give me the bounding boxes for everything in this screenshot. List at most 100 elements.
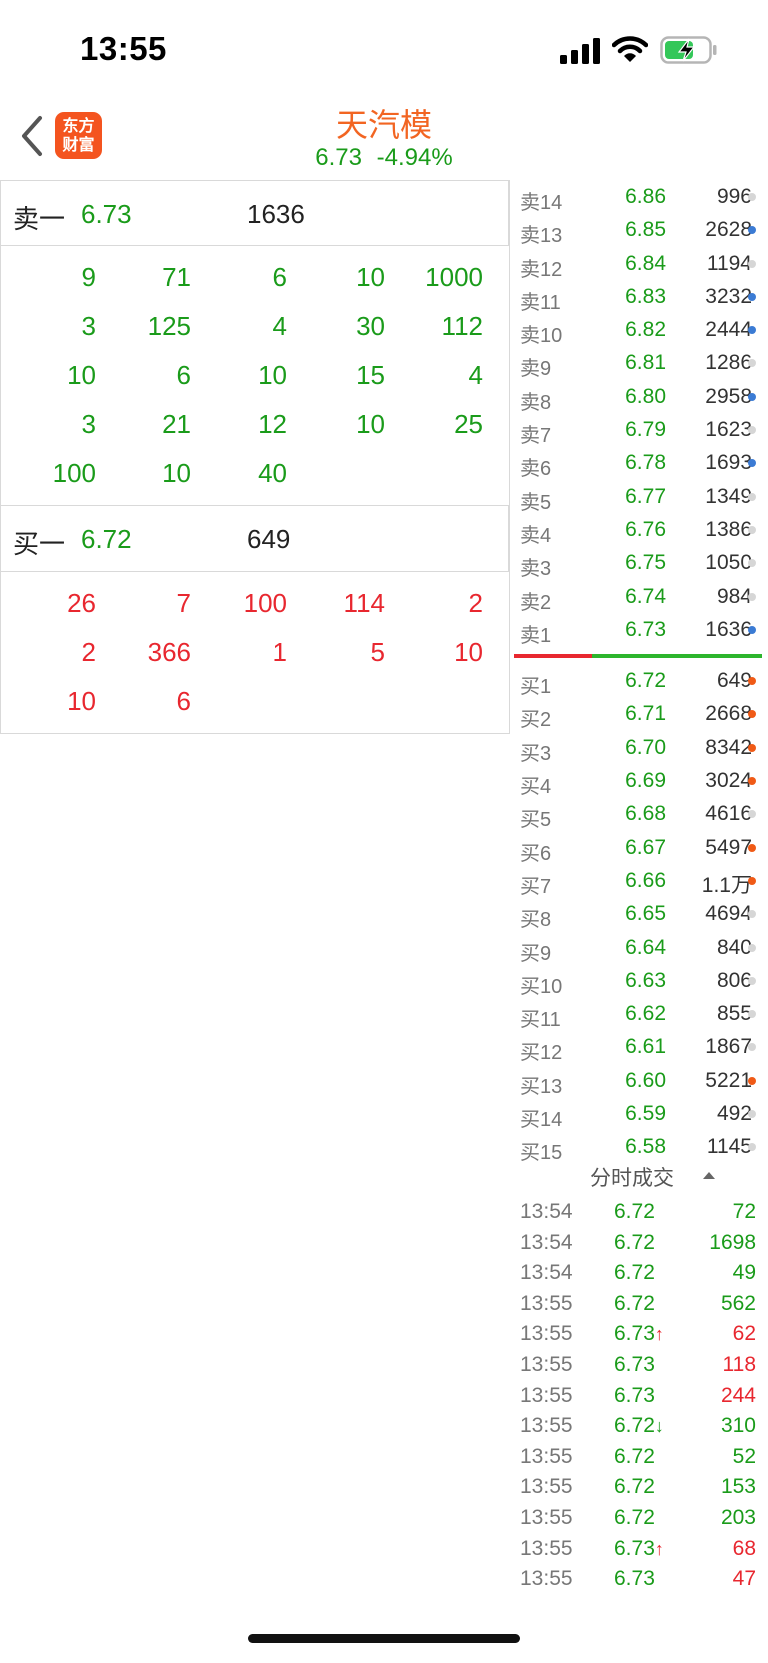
tick-time: 13:55: [520, 1322, 573, 1346]
status-time: 13:55: [80, 30, 167, 67]
level-price: 6.71: [625, 702, 666, 726]
level-volume: 4616: [705, 802, 752, 826]
trade-tick-row: 13:55 6.72 203: [512, 1504, 768, 1534]
bid-level-row[interactable]: 买5 6.68 4616: [512, 797, 768, 831]
ask-level-row[interactable]: 卖4 6.76 1386: [512, 513, 768, 547]
ask-level-row[interactable]: 卖10 6.82 2444: [512, 313, 768, 347]
bid-level-row[interactable]: 买9 6.64 840: [512, 931, 768, 965]
order-queue-cell: 5: [370, 637, 385, 667]
ask-level-row[interactable]: 卖1 6.73 1636: [512, 613, 768, 647]
order-queue-row: 3 21 12 10 25: [1, 401, 509, 450]
tick-price-value: 6.72: [614, 1230, 655, 1254]
bid-level-row[interactable]: 买14 6.59 492: [512, 1097, 768, 1131]
tick-price: 6.73: [614, 1567, 655, 1591]
bid-level-row[interactable]: 买3 6.70 8342: [512, 731, 768, 765]
level-indicator-dot: [748, 226, 756, 235]
time-sales-header[interactable]: 分时成交: [512, 1162, 768, 1192]
order-book: 卖14 6.86 996 卖13 6.85 2628 卖12 6.84 1194 卖11 6.83 3…: [512, 180, 768, 1164]
order-queue-cell: 21: [162, 409, 191, 439]
order-queue-cell: 10: [258, 360, 287, 390]
collapse-arrow-icon[interactable]: [703, 1172, 715, 1179]
bid-level-row[interactable]: 买10 6.63 806: [512, 964, 768, 998]
level-volume: 1349: [705, 484, 752, 508]
level-label: 买2: [520, 709, 552, 732]
ask-level-row[interactable]: 卖12 6.84 1194: [512, 247, 768, 281]
battery-charging-icon: [660, 36, 717, 64]
bid-level-row[interactable]: 买12 6.61 1867: [512, 1030, 768, 1065]
level-indicator-dot: [748, 459, 756, 468]
level-price: 6.84: [625, 251, 666, 275]
level-indicator-dot: [748, 492, 756, 501]
level-volume: 4694: [705, 902, 752, 926]
ask-level-row[interactable]: 卖7 6.79 1623: [512, 413, 768, 447]
order-queue-cell: 9: [81, 262, 96, 292]
ask-level-row[interactable]: 卖2 6.74 984: [512, 580, 768, 614]
bid-level-row[interactable]: 买15 6.58 1145: [512, 1130, 768, 1164]
trade-tick-row: 13:54 6.72 49: [512, 1259, 768, 1289]
level-label: 卖6: [520, 458, 552, 481]
level-label: 买12: [520, 1042, 563, 1065]
tick-price: 6.72: [614, 1292, 655, 1316]
bid-level-row[interactable]: 买8 6.65 4694: [512, 897, 768, 931]
level-price: 6.73: [625, 617, 666, 641]
level-indicator-dot: [748, 1043, 756, 1052]
level-label: 买7: [520, 875, 552, 898]
order-queue-cell: 125: [147, 311, 191, 341]
bid-level-row[interactable]: 买6 6.67 5497: [512, 831, 768, 865]
level-price: 6.69: [625, 769, 666, 793]
tick-price-value: 6.72: [614, 1475, 655, 1499]
ask-level-row[interactable]: 卖13 6.85 2628: [512, 213, 768, 247]
tick-price: 6.73↑: [614, 1537, 664, 1561]
level-volume: 2628: [705, 218, 752, 242]
sell-one-header: 卖一 6.73 1636: [0, 180, 510, 246]
level-label: 卖9: [520, 358, 552, 381]
tick-time: 13:54: [520, 1261, 573, 1285]
level-volume: 806: [716, 968, 752, 992]
trade-tick-row: 13:55 6.73 118: [512, 1351, 768, 1381]
trade-tick-row: 13:55 6.72 153: [512, 1473, 768, 1503]
trade-tick-row: 13:55 6.72 52: [512, 1443, 768, 1473]
order-queue-cell: 71: [162, 262, 191, 292]
ask-level-row[interactable]: 卖3 6.75 1050: [512, 546, 768, 580]
divider-red-segment: [514, 654, 592, 659]
tick-time: 13:55: [520, 1444, 573, 1468]
level-label: 买6: [520, 842, 552, 865]
ask-level-row[interactable]: 卖14 6.86 996: [512, 180, 768, 214]
sell-one-price: 6.73: [81, 199, 132, 229]
sell-one-volume: 1636: [247, 199, 305, 229]
level-price: 6.72: [625, 669, 666, 693]
ask-level-row[interactable]: 卖9 6.81 1286: [512, 346, 768, 381]
level-price: 6.77: [625, 484, 666, 508]
order-queue-cell: 3: [81, 409, 96, 439]
bid-level-row[interactable]: 买7 6.66 1.1万: [512, 864, 768, 898]
level-price: 6.66: [625, 868, 666, 892]
tick-time: 13:54: [520, 1200, 573, 1223]
order-queue-cell: 40: [258, 458, 287, 488]
ask-level-row[interactable]: 卖5 6.77 1349: [512, 480, 768, 514]
bid-level-row[interactable]: 买13 6.60 5221: [512, 1064, 768, 1098]
ask-level-row[interactable]: 卖6 6.78 1693: [512, 446, 768, 481]
level-volume: 492: [716, 1102, 752, 1126]
bid-ask-divider: [512, 646, 768, 664]
level-price: 6.68: [625, 802, 666, 826]
bid-level-row[interactable]: 买4 6.69 3024: [512, 764, 768, 799]
bid-level-row[interactable]: 买1 6.72 649: [512, 664, 768, 699]
level-indicator-dot: [748, 359, 756, 368]
bid-level-row[interactable]: 买2 6.71 2668: [512, 697, 768, 732]
bid-level-row[interactable]: 买11 6.62 855: [512, 997, 768, 1031]
home-indicator[interactable]: [248, 1634, 520, 1643]
tick-volume: 47: [732, 1567, 756, 1591]
trade-tick-row: 13:55 6.72 562: [512, 1290, 768, 1320]
level-volume: 649: [716, 669, 752, 693]
level-label: 买4: [520, 776, 552, 799]
level-volume: 2444: [705, 318, 752, 342]
tick-volume: 68: [732, 1536, 756, 1560]
order-queue-cell: 100: [52, 458, 96, 488]
buy-one-price: 6.72: [81, 524, 132, 554]
buy-one-header: 买一 6.72 649: [0, 506, 510, 572]
ask-level-row[interactable]: 卖8 6.80 2958: [512, 380, 768, 414]
ask-level-row[interactable]: 卖11 6.83 3232: [512, 280, 768, 314]
tick-price: 6.73↑: [614, 1322, 664, 1346]
level-label: 买1: [520, 676, 552, 699]
level-volume: 855: [716, 1002, 752, 1026]
